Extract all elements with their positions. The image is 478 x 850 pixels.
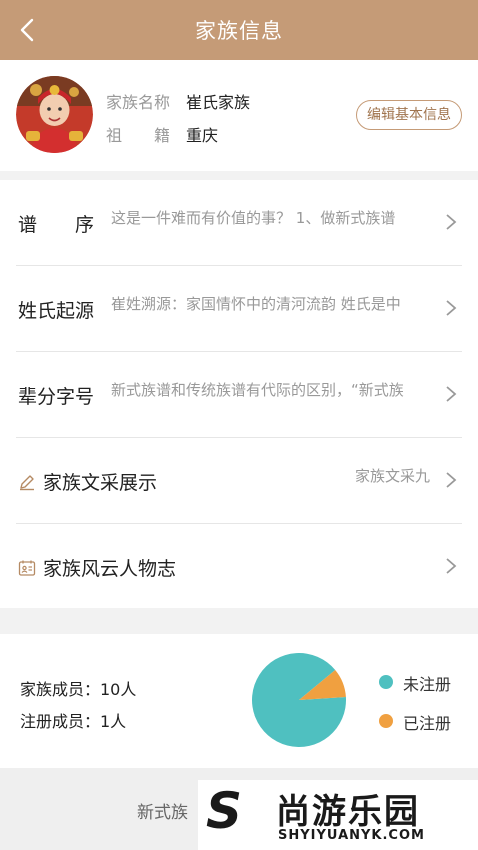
chevron-right-icon [446, 300, 457, 316]
menu-item-desc: 新式族谱和传统族谱有代际的区别，“新式族 [111, 381, 404, 399]
family-name-label: 家族名称 [106, 93, 171, 112]
page-title: 家族信息 [195, 19, 283, 43]
menu-item-desc: 这是一件难而有价值的事？ 1、做新式族谱 [111, 209, 396, 227]
watermark-title: 尚游乐园 [276, 792, 420, 832]
id-card-icon [18, 560, 36, 576]
legend-dot-registered [379, 714, 393, 728]
chevron-right-icon [446, 558, 457, 574]
legend-dot-unregistered [379, 675, 393, 689]
menu-item-desc: 家族文采九 [354, 467, 430, 485]
watermark-logo: S [206, 782, 243, 840]
menu-item-surname-origin[interactable]: 姓氏起源 崔姓溯源：家国情怀中的清河流韵 姓氏是中 [0, 266, 478, 352]
footer-text: 新式族 [137, 803, 188, 823]
origin-label: 祖 籍 [106, 126, 171, 145]
edit-basic-info-button[interactable]: 编辑基本信息 [356, 100, 462, 130]
chevron-right-icon [446, 214, 457, 230]
menu-item-notable-figures[interactable]: 家族风云人物志 [0, 524, 478, 610]
menu-item-label: 家族风云人物志 [43, 558, 177, 580]
member-stats-card: 家族成员：10人 注册成员：1人 未注册 已注册 [0, 634, 478, 768]
menu-item-generation-names[interactable]: 辈分字号 新式族谱和传统族谱有代际的区别，“新式族 [0, 352, 478, 438]
legend-label-unregistered: 未注册 [403, 675, 452, 694]
menu-item-label: 家族文采展示 [43, 472, 158, 494]
app-header: 家族信息 [0, 0, 478, 60]
watermark-url: SHYIYUANYK.COM [278, 828, 425, 843]
avatar [16, 76, 93, 153]
pen-icon [20, 475, 34, 491]
chevron-right-icon [446, 386, 457, 402]
origin-value: 重庆 [186, 126, 219, 145]
menu-item-label: 姓氏起源 [18, 300, 95, 322]
family-name-value: 崔氏家族 [186, 93, 251, 112]
menu-item-label: 辈分字号 [18, 386, 95, 408]
menu-item-literary-showcase[interactable]: 家族文采展示 家族文采九 [0, 438, 478, 524]
family-profile-card: 家族名称 崔氏家族 祖 籍 重庆 编辑基本信息 [0, 60, 478, 171]
watermark: S 尚游乐园 SHYIYUANYK.COM [198, 780, 478, 850]
menu-item-desc: 崔姓溯源：家国情怀中的清河流韵 姓氏是中 [111, 295, 401, 313]
legend-label-registered: 已注册 [403, 714, 452, 733]
menu-item-genealogy-preface[interactable]: 谱 序 这是一件难而有价值的事？ 1、做新式族谱 [0, 180, 478, 266]
menu-item-label: 谱 序 [18, 214, 95, 236]
registered-members-count: 注册成员：1人 [20, 712, 127, 731]
family-members-count: 家族成员：10人 [20, 680, 137, 699]
family-menu: 谱 序 这是一件难而有价值的事？ 1、做新式族谱 姓氏起源 崔姓溯源：家国情怀中… [0, 180, 478, 608]
chevron-right-icon [446, 472, 457, 488]
registration-pie-chart [252, 653, 346, 747]
